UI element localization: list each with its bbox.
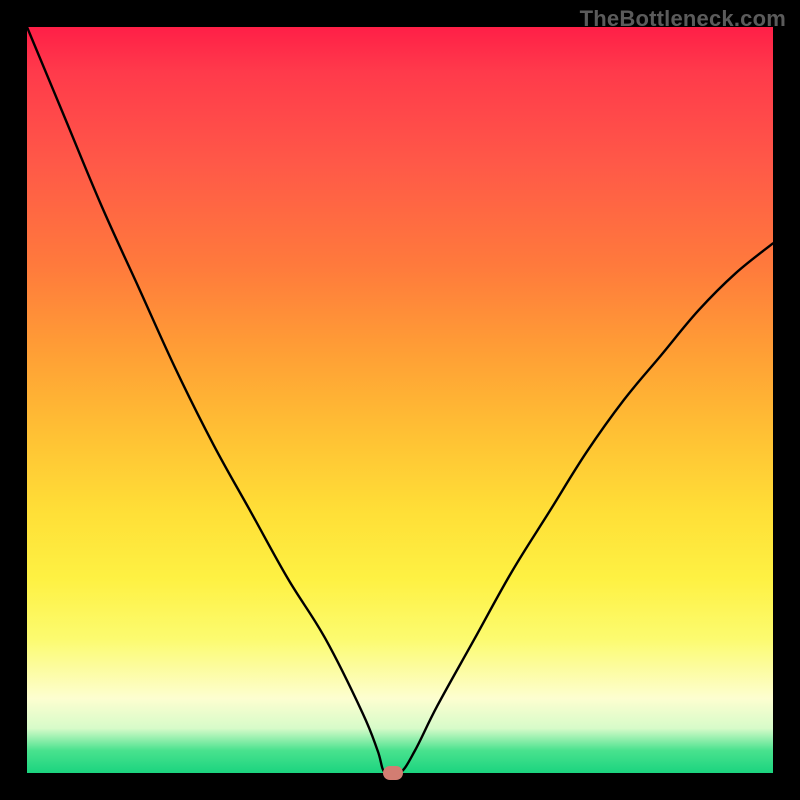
watermark-text: TheBottleneck.com <box>580 6 786 32</box>
chart-frame: TheBottleneck.com <box>0 0 800 800</box>
optimal-marker <box>383 766 403 780</box>
plot-area <box>27 27 773 773</box>
bottleneck-curve <box>27 27 773 773</box>
